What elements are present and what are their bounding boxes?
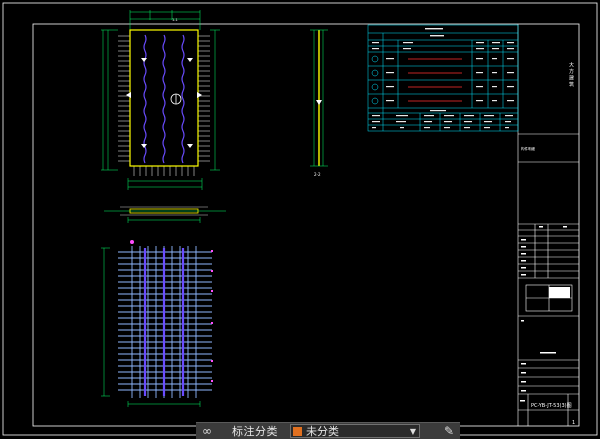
inner-frame bbox=[32, 23, 580, 427]
slab-side-view: 2-2 bbox=[310, 29, 328, 177]
title-block-labels bbox=[520, 226, 567, 402]
slab-plan-view bbox=[101, 10, 220, 190]
category-selected-value: 未分类 bbox=[306, 425, 339, 438]
category-color-swatch bbox=[293, 426, 302, 436]
table-header-label: 构件明细 bbox=[521, 146, 535, 151]
page-number: 1 bbox=[572, 420, 575, 426]
section-label-2-2: 2-2 bbox=[314, 172, 321, 177]
pen-icon[interactable]: ✎ bbox=[444, 424, 454, 438]
annotation-toolbar: ∞ 标注分类 未分类 ▼ ✎ bbox=[196, 422, 460, 439]
caret-down-icon[interactable]: ▼ bbox=[410, 427, 416, 436]
outer-frame bbox=[2, 2, 598, 436]
cad-drawing-canvas[interactable]: 大 方 建 筑 构件明细 PC-YB-JT-53(3)图 1 2-2 1-1 bbox=[0, 0, 600, 438]
link-icon[interactable]: ∞ bbox=[196, 424, 218, 438]
key-plan-fill bbox=[549, 287, 570, 298]
category-dropdown[interactable]: 未分类 ▼ bbox=[290, 424, 420, 438]
reinforcement-detail bbox=[101, 240, 213, 407]
section-label-1-1: 1-1 bbox=[172, 18, 178, 22]
drawing-number: PC-YB-JT-53(3)图 bbox=[531, 403, 572, 409]
project-title: 大 方 建 筑 bbox=[568, 61, 574, 88]
rebar-schedule-table bbox=[367, 24, 519, 132]
category-label: 标注分类 bbox=[232, 425, 278, 438]
slab-section-view bbox=[104, 206, 226, 223]
